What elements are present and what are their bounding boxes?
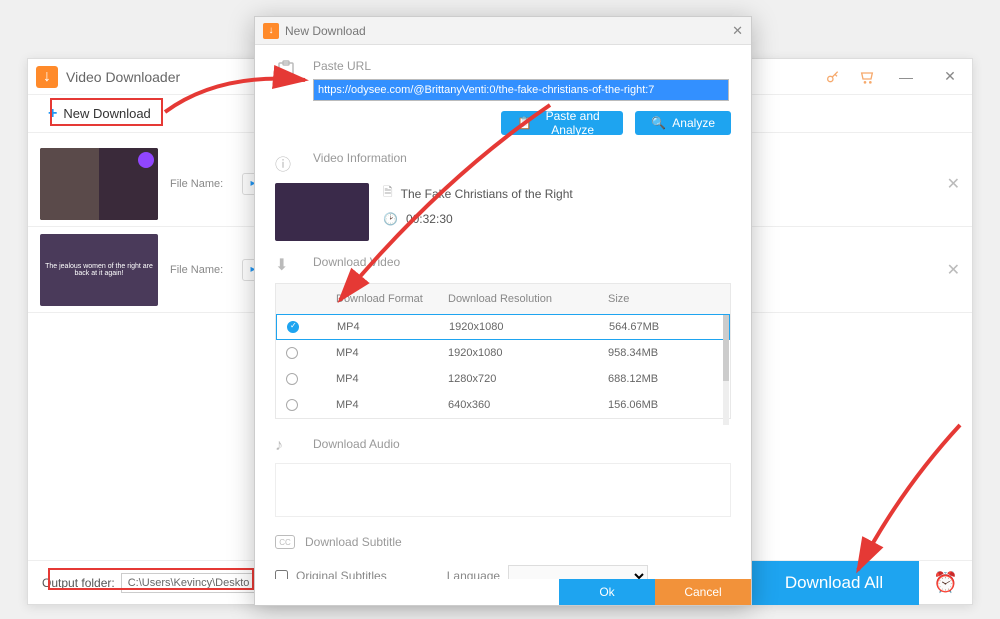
cc-icon: CC — [275, 535, 295, 549]
audio-icon: ♪ — [275, 437, 303, 455]
table-header: Download Format Download Resolution Size — [276, 284, 730, 314]
col-size: Size — [608, 293, 629, 305]
analyze-label: Analyze — [672, 116, 715, 130]
search-icon: 🔍 — [651, 116, 666, 130]
cell-resolution: 640x360 — [448, 399, 608, 411]
new-download-modal: ↓ New Download ✕ Paste URL 📋 Paste and A… — [254, 16, 752, 606]
file-name-label: File Name: — [170, 178, 230, 190]
download-icon: ⬇ — [275, 255, 303, 275]
cell-format: MP4 — [337, 321, 449, 333]
cell-size: 958.34MB — [608, 347, 720, 359]
modal-header: ↓ New Download ✕ — [255, 17, 751, 45]
format-row[interactable]: MP4 1280x720 688.12MB — [276, 366, 730, 392]
modal-title: New Download — [285, 24, 366, 38]
format-row[interactable]: MP4 640x360 156.06MB — [276, 392, 730, 418]
modal-logo-icon: ↓ — [263, 23, 279, 39]
cell-size: 156.06MB — [608, 399, 720, 411]
remove-item-button[interactable]: ✕ — [947, 174, 960, 194]
file-name-label: File Name: — [170, 264, 230, 276]
download-video-label: Download Video — [313, 255, 400, 269]
thumb-caption: The jealous women of the right are back … — [40, 234, 158, 306]
remove-item-button[interactable]: ✕ — [947, 260, 960, 280]
cell-resolution: 1920x1080 — [448, 347, 608, 359]
thumbnail: The jealous women of the right are back … — [40, 234, 158, 306]
original-subtitles-link[interactable]: Original Subtitles — [296, 569, 387, 579]
cart-icon[interactable] — [858, 68, 876, 86]
download-audio-section: ♪ Download Audio — [275, 437, 731, 517]
plus-icon: + — [48, 105, 57, 123]
paste-icon: 📋 — [517, 116, 532, 130]
cell-resolution: 1920x1080 — [449, 321, 609, 333]
cell-format: MP4 — [336, 347, 448, 359]
info-icon: ⓘ — [275, 151, 303, 175]
clock-icon: 🕑 — [383, 212, 398, 226]
analyze-button[interactable]: 🔍 Analyze — [635, 111, 731, 135]
download-video-section: ⬇ Download Video Download Format Downloa… — [275, 255, 731, 419]
scrollbar-thumb[interactable] — [723, 315, 729, 381]
radio-icon[interactable] — [286, 399, 298, 411]
cell-size: 564.67MB — [609, 321, 719, 333]
radio-icon[interactable] — [286, 373, 298, 385]
app-title: Video Downloader — [66, 69, 180, 85]
subtitle-checkbox[interactable] — [275, 570, 288, 580]
language-select[interactable] — [508, 565, 648, 579]
cell-resolution: 1280x720 — [448, 373, 608, 385]
paste-analyze-label: Paste and Analyze — [538, 109, 607, 137]
modal-close-button[interactable]: ✕ — [732, 23, 743, 39]
paste-analyze-button[interactable]: 📋 Paste and Analyze — [501, 111, 623, 135]
radio-selected-icon[interactable] — [287, 321, 299, 333]
close-button[interactable]: ✕ — [936, 63, 964, 91]
url-input[interactable] — [313, 79, 729, 101]
cell-size: 688.12MB — [608, 373, 720, 385]
paste-url-label: Paste URL — [313, 59, 729, 73]
clipboard-icon — [275, 59, 303, 92]
cell-format: MP4 — [336, 399, 448, 411]
col-format: Download Format — [336, 293, 423, 305]
download-subtitle-label: Download Subtitle — [305, 535, 402, 549]
video-info-section: ⓘ Video Information 🗎 The Fake Christians… — [275, 151, 731, 241]
radio-icon[interactable] — [286, 347, 298, 359]
new-download-label: New Download — [63, 106, 150, 121]
format-row[interactable]: MP4 1920x1080 564.67MB — [276, 314, 730, 340]
app-logo-icon: ↓ — [36, 66, 58, 88]
document-icon: 🗎 — [383, 183, 393, 204]
video-title: The Fake Christians of the Right — [401, 187, 573, 201]
video-duration: 00:32:30 — [406, 212, 453, 226]
thumbnail — [40, 148, 158, 220]
minimize-button[interactable]: — — [892, 63, 920, 91]
cancel-button[interactable]: Cancel — [655, 579, 751, 605]
audio-list — [275, 463, 731, 517]
download-subtitle-section: CC Download Subtitle Original Subtitles … — [275, 535, 731, 579]
video-info-label: Video Information — [313, 151, 407, 165]
new-download-button[interactable]: + New Download — [40, 101, 159, 127]
modal-footer: Ok Cancel — [255, 579, 751, 605]
schedule-icon[interactable]: ⏰ — [933, 570, 958, 595]
download-all-button[interactable]: Download All — [749, 561, 919, 605]
output-folder-label: Output folder: — [42, 576, 115, 590]
download-audio-label: Download Audio — [313, 437, 400, 451]
output-folder-input[interactable] — [121, 573, 257, 593]
key-icon[interactable] — [824, 68, 842, 86]
format-table: Download Format Download Resolution Size… — [275, 283, 731, 419]
paste-url-section: Paste URL — [275, 59, 731, 101]
language-label: Language — [447, 569, 500, 579]
col-resolution: Download Resolution — [448, 293, 552, 305]
cell-format: MP4 — [336, 373, 448, 385]
twitch-badge-icon — [138, 152, 154, 168]
format-row[interactable]: MP4 1920x1080 958.34MB — [276, 340, 730, 366]
ok-button[interactable]: Ok — [559, 579, 655, 605]
video-thumbnail — [275, 183, 369, 241]
